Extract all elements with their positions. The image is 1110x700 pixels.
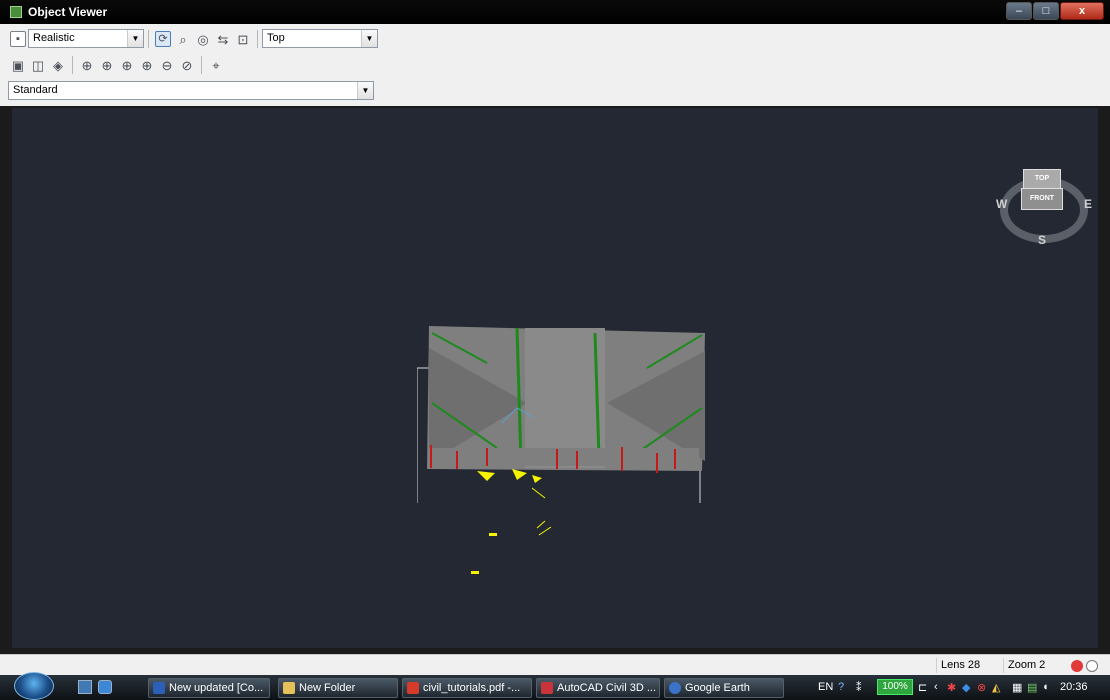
pan-icon[interactable]: ◎	[195, 31, 211, 47]
title-bar: Object Viewer – □ x	[0, 0, 1110, 24]
record-icon[interactable]	[1071, 660, 1083, 672]
task-label: AutoCAD Civil 3D ...	[557, 682, 657, 694]
tray-app-icon[interactable]: ⊗	[977, 681, 986, 694]
app-icon	[10, 6, 22, 18]
taskbar-item-google-earth[interactable]: Google Earth	[664, 678, 784, 698]
terrain-model	[417, 326, 705, 503]
zoom-extents-icon[interactable]: ⊕	[119, 57, 135, 73]
show-desktop-icon[interactable]	[78, 680, 92, 694]
system-tray: EN ? ⁑ 100% ⊏ ‹ ✱ ◆ ⊗ ◭ ▦ ▤ ◖ 20:36	[812, 675, 1110, 700]
battery-meter[interactable]: 100%	[877, 679, 913, 695]
view-direction-dropdown[interactable]: Top ▼	[262, 29, 378, 48]
power-icon[interactable]: ⊏	[918, 681, 927, 694]
zoom-status: Zoom 2	[1003, 658, 1049, 673]
separator	[201, 56, 202, 74]
google-earth-icon	[669, 682, 681, 694]
scatter-debris	[471, 520, 552, 574]
separator	[148, 29, 149, 48]
autocad-icon	[541, 682, 553, 694]
clock-time[interactable]: 20:36	[1060, 681, 1088, 693]
view-box-icon[interactable]: ▣	[10, 57, 26, 73]
toolbar-area: ▪ Realistic ▼ ⟳ ⌕ ◎ ⇆ ⊡ Top ▼ ▣ ◫ ◈ ⊕ ⊕ …	[0, 24, 1110, 106]
window-controls: – □ x	[1005, 2, 1104, 20]
tray-app-icon[interactable]: ◆	[962, 681, 970, 694]
internet-explorer-icon[interactable]	[98, 680, 112, 694]
toolbar-row-1: ▪ Realistic ▼ ⟳ ⌕ ◎ ⇆ ⊡ Top ▼	[8, 29, 378, 48]
zoom-previous-icon[interactable]: ⊘	[179, 57, 195, 73]
word-icon	[153, 682, 165, 694]
taskbar-item-pdf[interactable]: civil_tutorials.pdf -...	[402, 678, 532, 698]
tray-app-icon[interactable]: ▤	[1027, 681, 1037, 694]
display-mode-dropdown[interactable]: Standard ▼	[8, 81, 374, 100]
network-icon[interactable]: ⁑	[856, 681, 862, 694]
view-extents-icon[interactable]: ◈	[50, 57, 66, 73]
folder-icon	[283, 682, 295, 694]
tray-app-icon[interactable]: ◭	[992, 681, 1000, 694]
zoom-icon[interactable]: ⌕	[175, 31, 191, 47]
volume-icon[interactable]: ◖	[1042, 681, 1049, 693]
lens-status: Lens 28	[936, 658, 984, 673]
tray-app-icon[interactable]: ✱	[947, 681, 956, 694]
zoom-out-icon[interactable]: ⊖	[159, 57, 175, 73]
swivel-icon[interactable]: ⇆	[215, 31, 231, 47]
orbit-icon[interactable]: ⟳	[155, 30, 171, 47]
maximize-button[interactable]: □	[1033, 2, 1059, 20]
view-3d-icon[interactable]: ◫	[30, 57, 46, 73]
target-icon[interactable]: ⌖	[208, 57, 224, 73]
viewcube[interactable]: TOP FRONT W E S	[996, 165, 1092, 253]
language-indicator[interactable]: EN	[818, 681, 833, 693]
camera-icon[interactable]: ⊡	[235, 31, 251, 47]
display-mode-value: Standard	[13, 84, 58, 96]
toolbar-row-2: ▣ ◫ ◈ ⊕ ⊕ ⊕ ⊕ ⊖ ⊘ ⌖	[8, 56, 226, 74]
viewcube-front-face[interactable]: FRONT	[1021, 188, 1063, 210]
stop-icon[interactable]	[1086, 660, 1098, 672]
task-label: New updated [Co...	[169, 682, 264, 694]
zoom-window-icon[interactable]: ⊕	[99, 57, 115, 73]
taskbar-item-autocad[interactable]: AutoCAD Civil 3D ...	[536, 678, 660, 698]
pdf-icon	[407, 682, 419, 694]
start-button[interactable]	[14, 672, 54, 700]
compass-east[interactable]: E	[1084, 197, 1092, 211]
chevron-down-icon: ▼	[361, 30, 377, 47]
chevron-down-icon: ▼	[357, 82, 373, 99]
compass-south[interactable]: S	[1038, 233, 1046, 247]
expand-tray-icon[interactable]: ‹	[934, 681, 938, 693]
visual-style-value: Realistic	[33, 32, 75, 44]
tray-app-icon[interactable]: ▦	[1012, 681, 1022, 694]
close-button[interactable]: x	[1060, 2, 1104, 20]
zoom-realtime-icon[interactable]: ⊕	[79, 57, 95, 73]
zoom-in-icon[interactable]: ⊕	[139, 57, 155, 73]
task-label: civil_tutorials.pdf -...	[423, 682, 521, 694]
visual-style-dropdown[interactable]: Realistic ▼	[28, 29, 144, 48]
minimize-button[interactable]: –	[1006, 2, 1032, 20]
taskbar: New updated [Co... New Folder civil_tuto…	[0, 672, 1110, 700]
toolbar-row-3: Standard ▼	[8, 81, 374, 100]
compass-west[interactable]: W	[996, 197, 1007, 211]
view-direction-value: Top	[267, 32, 285, 44]
viewcube-top-face[interactable]: TOP	[1023, 169, 1061, 189]
separator	[257, 29, 258, 48]
viewport-3d[interactable]: TOP FRONT W E S	[12, 108, 1098, 648]
save-icon[interactable]: ▪	[10, 30, 26, 47]
status-bar: Lens 28 Zoom 2	[0, 654, 1110, 675]
chevron-down-icon: ▼	[127, 30, 143, 47]
separator	[72, 56, 73, 74]
taskbar-item-folder[interactable]: New Folder	[278, 678, 398, 698]
window-title: Object Viewer	[28, 5, 108, 19]
task-label: Google Earth	[685, 682, 750, 694]
taskbar-item-word[interactable]: New updated [Co...	[148, 678, 270, 698]
task-label: New Folder	[299, 682, 356, 694]
help-icon[interactable]: ?	[838, 681, 844, 693]
